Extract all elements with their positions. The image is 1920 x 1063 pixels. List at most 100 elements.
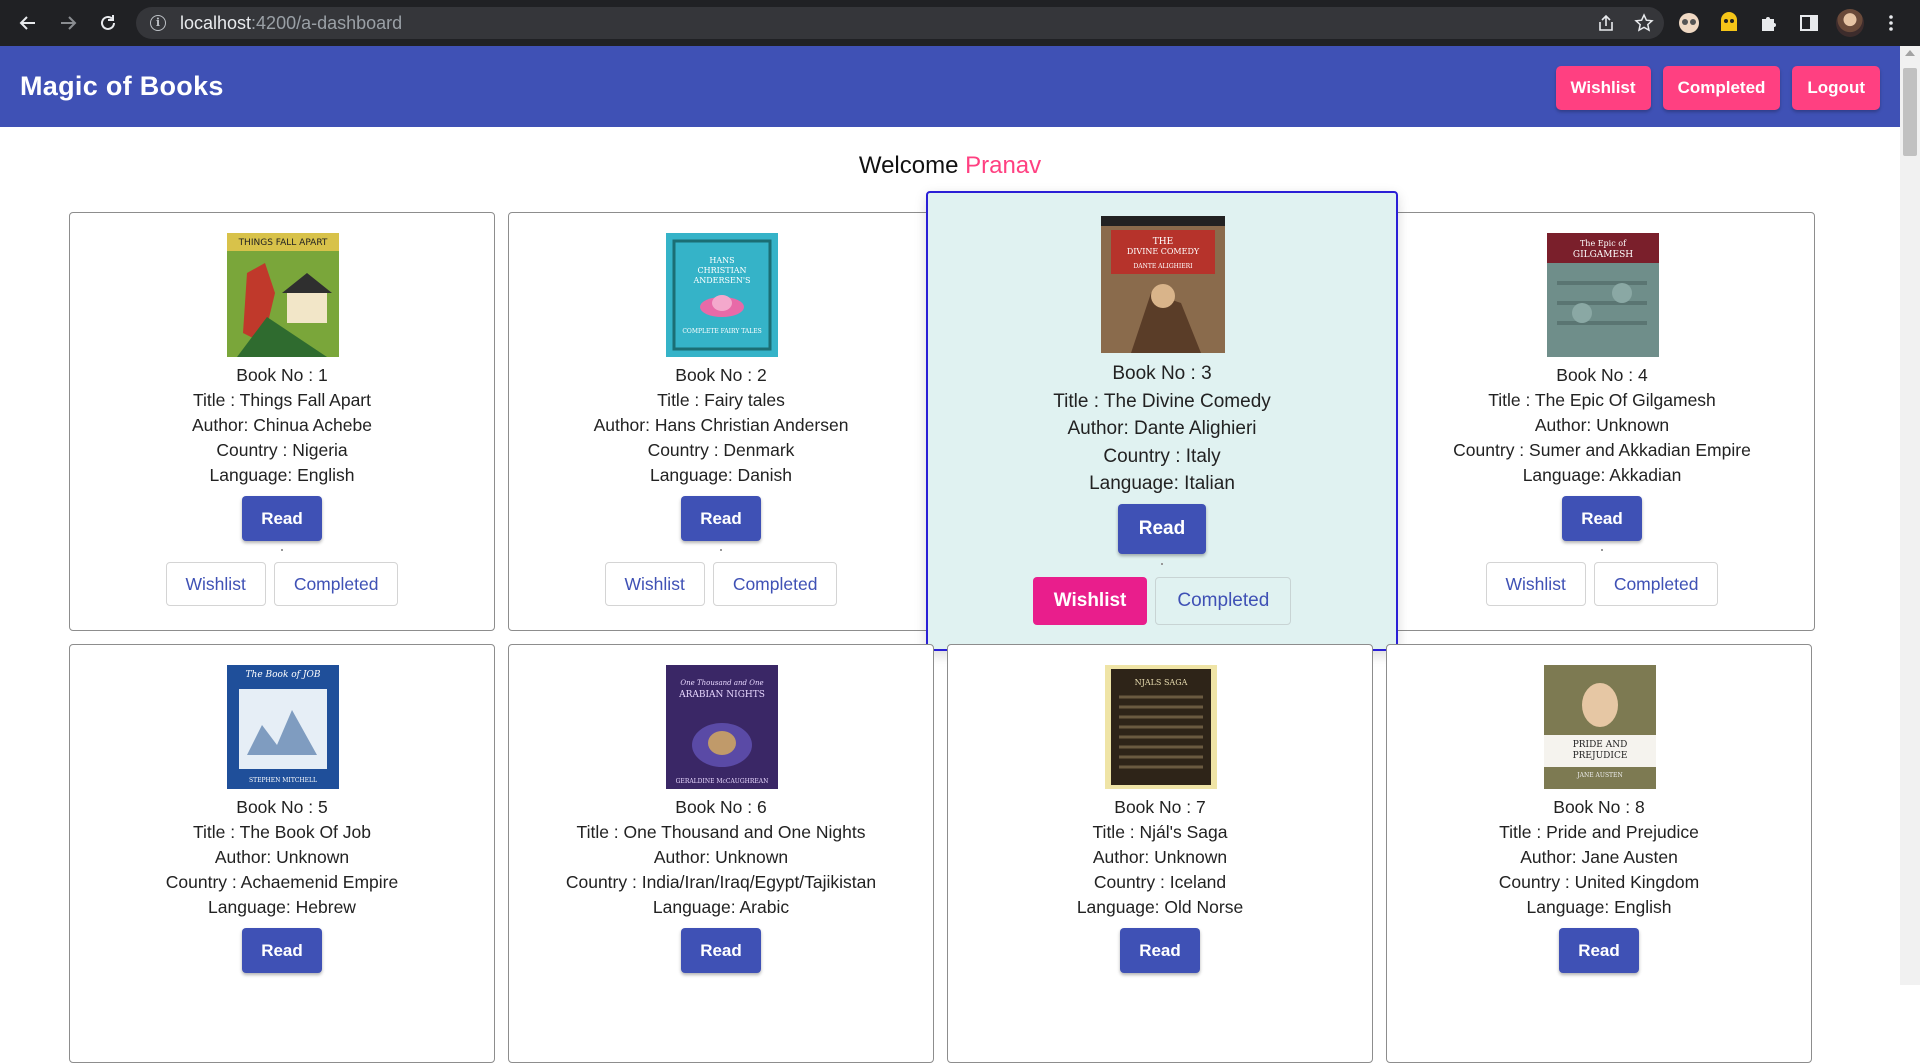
- book-language: Language: Hebrew: [208, 897, 356, 917]
- reload-button[interactable]: [88, 0, 128, 46]
- book-cover-2: HANS CHRISTIAN ANDERSEN'S COMPLETE FAIRY TA…: [666, 233, 778, 357]
- book-author: Author: Unknown: [653, 847, 789, 867]
- book-title: Title : Pride and Prejudice: [1499, 822, 1699, 842]
- book-card-8: PRIDE AND PREJUDICE JANE AUSTEN Book No : …: [1386, 644, 1812, 1063]
- back-button[interactable]: [8, 0, 48, 46]
- book-title: Title : One Thousand and One Nights: [576, 822, 866, 842]
- svg-text:The Epic of: The Epic of: [1580, 239, 1627, 248]
- browser-chrome: i localhost:4200/a-dashboard: [0, 0, 1920, 46]
- completed-button[interactable]: Completed: [712, 562, 838, 606]
- read-button[interactable]: Read: [681, 496, 761, 541]
- book-country: Country : Nigeria: [216, 440, 348, 460]
- svg-text:THE: THE: [1153, 237, 1173, 247]
- book-cover-6: One Thousand and One ARABIAN NIGHTS GERALD…: [666, 665, 778, 789]
- svg-text:DANTE ALIGHIERI: DANTE ALIGHIERI: [1133, 263, 1193, 270]
- scroll-thumb[interactable]: [1903, 68, 1917, 156]
- svg-text:DIVINE COMEDY: DIVINE COMEDY: [1127, 247, 1200, 256]
- book-cover-3: THE DIVINE COMEDY DANTE ALIGHIERI: [1101, 216, 1225, 353]
- svg-text:ARABIAN NIGHTS: ARABIAN NIGHTS: [678, 690, 765, 700]
- book-country: Country : Iceland: [1093, 872, 1227, 892]
- book-card-6: One Thousand and One ARABIAN NIGHTS GERALD…: [508, 644, 934, 1063]
- book-card-2: HANS CHRISTIAN ANDERSEN'S COMPLETE FAIRY TA…: [508, 212, 934, 631]
- bookmark-star-icon[interactable]: [1634, 13, 1654, 33]
- side-panel-icon[interactable]: [1796, 10, 1822, 36]
- book-language: Language: Akkadian: [1522, 465, 1682, 485]
- scroll-up-arrow-icon[interactable]: [1905, 50, 1915, 56]
- site-info-icon[interactable]: i: [150, 15, 166, 31]
- book-number: Book No : 8: [1553, 797, 1645, 817]
- svg-text:ANDERSEN'S: ANDERSEN'S: [692, 276, 750, 285]
- url-text[interactable]: localhost:4200/a-dashboard: [180, 13, 402, 34]
- book-country: Country : United Kingdom: [1498, 872, 1700, 892]
- svg-text:COMPLETE FAIRY TALES: COMPLETE FAIRY TALES: [682, 328, 761, 335]
- book-cover-1: THINGS FALL APART: [227, 233, 339, 357]
- read-button[interactable]: Read: [681, 928, 761, 973]
- svg-text:CHRISTIAN: CHRISTIAN: [697, 266, 746, 275]
- svg-text:STEPHEN MITCHELL: STEPHEN MITCHELL: [249, 777, 317, 784]
- completed-button[interactable]: Completed: [1593, 562, 1719, 606]
- address-bar[interactable]: i localhost:4200/a-dashboard: [136, 7, 1664, 39]
- svg-text:HANS: HANS: [709, 256, 734, 265]
- divider-dot: [720, 549, 722, 551]
- book-cover-7: NJALS SAGA: [1105, 665, 1217, 789]
- read-button[interactable]: Read: [242, 928, 322, 973]
- book-card-5: The Book of JOB STEPHEN MITCHELL Book No …: [69, 644, 495, 1063]
- book-title: Title : The Book Of Job: [193, 822, 371, 842]
- forward-button[interactable]: [48, 0, 88, 46]
- book-card-4: The Epic of GILGAMESH Book No : 4 Title :…: [1389, 212, 1815, 631]
- back-arrow-icon: [19, 16, 35, 30]
- book-number: Book No : 6: [675, 797, 767, 817]
- book-title: Title : Fairy tales: [657, 390, 785, 410]
- book-cover-8: PRIDE AND PREJUDICE JANE AUSTEN: [1544, 665, 1656, 789]
- read-button[interactable]: Read: [242, 496, 322, 541]
- completed-button[interactable]: Completed: [273, 562, 399, 606]
- browser-menu-icon[interactable]: [1878, 10, 1904, 36]
- svg-text:GERALDINE McCAUGHREAN: GERALDINE McCAUGHREAN: [676, 778, 769, 785]
- book-author: Author: Unknown: [1534, 415, 1670, 435]
- book-number: Book No : 5: [236, 797, 328, 817]
- completed-button[interactable]: Completed: [1155, 577, 1292, 625]
- book-title: Title : The Divine Comedy: [1053, 390, 1271, 412]
- svg-text:PREJUDICE: PREJUDICE: [1573, 751, 1628, 761]
- book-title: Title : Njál's Saga: [1092, 822, 1228, 842]
- extension-glasses-icon[interactable]: [1676, 10, 1702, 36]
- wishlist-button[interactable]: Wishlist: [1032, 577, 1148, 625]
- book-country: Country : Denmark: [647, 440, 795, 460]
- book-country: Country : Italy: [1103, 445, 1221, 467]
- wishlist-button[interactable]: Wishlist: [1485, 562, 1586, 606]
- svg-text:JANE AUSTEN: JANE AUSTEN: [1576, 772, 1622, 779]
- app-toolbar: Magic of Books Wishlist Completed Logout: [0, 46, 1900, 127]
- book-author: Author: Dante Alighieri: [1067, 418, 1257, 439]
- book-country: Country : Sumer and Akkadian Empire: [1453, 440, 1751, 460]
- book-language: Language: Old Norse: [1076, 897, 1244, 917]
- read-button[interactable]: Read: [1118, 504, 1206, 554]
- book-author: Author: Hans Christian Andersen: [593, 415, 849, 435]
- app-title: Magic of Books: [20, 71, 224, 101]
- book-number: Book No : 2: [675, 365, 767, 385]
- read-button[interactable]: Read: [1559, 928, 1639, 973]
- toolbar-wishlist-button[interactable]: Wishlist: [1555, 66, 1651, 110]
- extension-yellow-icon[interactable]: [1716, 10, 1742, 36]
- read-button[interactable]: Read: [1120, 928, 1200, 973]
- page-scrollbar[interactable]: [1900, 46, 1920, 985]
- welcome-username: Pranav: [965, 152, 1042, 179]
- extensions-puzzle-icon[interactable]: [1756, 10, 1782, 36]
- reload-icon: [101, 15, 115, 30]
- read-button[interactable]: Read: [1562, 496, 1642, 541]
- svg-text:THINGS FALL APART: THINGS FALL APART: [238, 238, 328, 248]
- book-author: Author: Unknown: [214, 847, 350, 867]
- book-language: Language: English: [1526, 897, 1672, 917]
- book-number: Book No : 3: [1112, 363, 1212, 384]
- wishlist-button[interactable]: Wishlist: [604, 562, 705, 606]
- logout-button[interactable]: Logout: [1792, 66, 1880, 110]
- svg-text:One Thousand and One: One Thousand and One: [680, 679, 763, 687]
- toolbar-completed-button[interactable]: Completed: [1662, 66, 1781, 110]
- divider-dot: [1161, 563, 1163, 565]
- profile-avatar[interactable]: [1836, 9, 1864, 37]
- wishlist-button[interactable]: Wishlist: [165, 562, 266, 606]
- book-number: Book No : 1: [236, 365, 328, 385]
- divider-dot: [281, 549, 283, 551]
- book-country: Country : Achaemenid Empire: [165, 872, 399, 892]
- share-icon[interactable]: [1596, 13, 1616, 33]
- svg-text:NJALS SAGA: NJALS SAGA: [1135, 678, 1188, 687]
